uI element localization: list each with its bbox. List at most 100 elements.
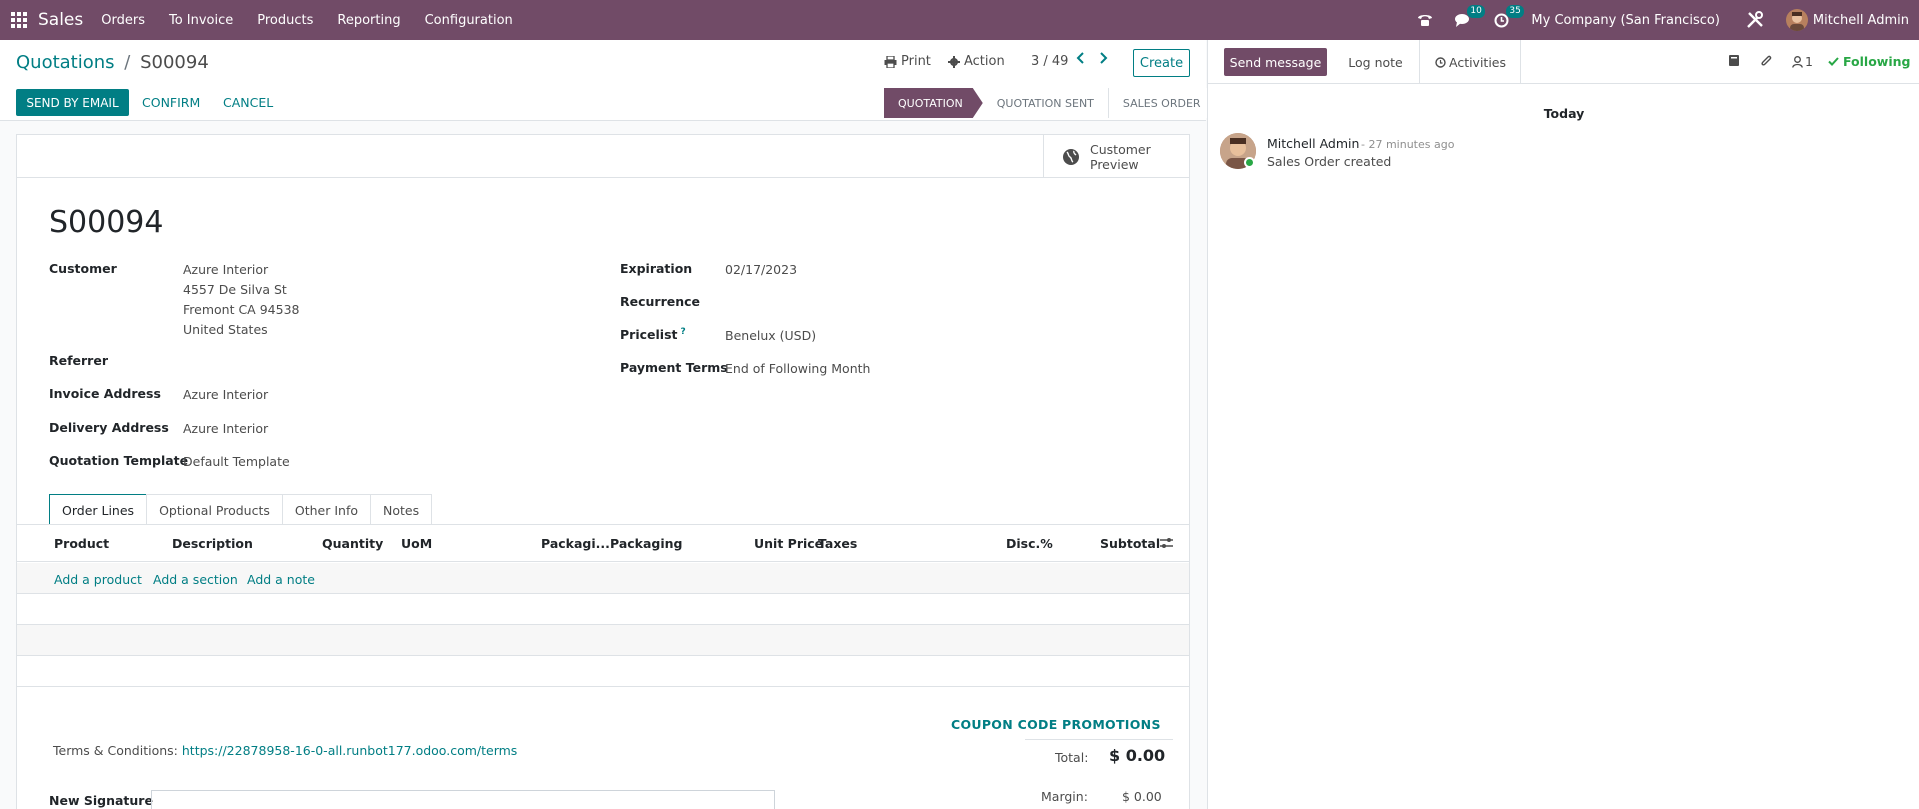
stage-quotation-sent[interactable]: QUOTATION SENT bbox=[982, 88, 1109, 118]
customer-name[interactable]: Azure Interior bbox=[183, 262, 268, 277]
stage-sales-order[interactable]: SALES ORDER bbox=[1108, 88, 1215, 118]
recurrence-label: Recurrence bbox=[620, 294, 701, 309]
following-button[interactable]: Following bbox=[1828, 54, 1910, 69]
stage-quotation[interactable]: QUOTATION bbox=[884, 88, 983, 118]
followers-button[interactable]: 1 bbox=[1792, 54, 1813, 69]
check-icon bbox=[1828, 57, 1839, 66]
col-description[interactable]: Description bbox=[172, 536, 253, 551]
breadcrumb: Quotations / S00094 bbox=[16, 52, 209, 73]
tab-notes[interactable]: Notes bbox=[370, 494, 433, 525]
cancel-button[interactable]: CANCEL bbox=[223, 95, 273, 110]
print-button[interactable]: Print bbox=[884, 54, 931, 69]
breadcrumb-quotations-link[interactable]: Quotations bbox=[16, 52, 115, 73]
invoice-address-label: Invoice Address bbox=[49, 386, 161, 401]
send-message-button[interactable]: Send message bbox=[1224, 48, 1327, 76]
action-button[interactable]: Action bbox=[948, 54, 1005, 69]
create-button[interactable]: Create bbox=[1133, 49, 1190, 77]
user-avatar[interactable] bbox=[1785, 9, 1808, 31]
empty-row bbox=[17, 656, 1189, 687]
main-navbar: Sales Orders To Invoice Products Reporti… bbox=[0, 0, 1919, 40]
tab-other-info[interactable]: Other Info bbox=[281, 494, 371, 525]
messages-count-badge: 10 bbox=[1467, 4, 1485, 18]
menu-orders[interactable]: Orders bbox=[101, 13, 145, 28]
invoice-address-field[interactable]: Azure Interior bbox=[183, 387, 268, 402]
confirm-button[interactable]: CONFIRM bbox=[142, 95, 200, 110]
add-product-link[interactable]: Add a product bbox=[54, 572, 142, 587]
pager-value[interactable]: 3 / 49 bbox=[1031, 54, 1068, 69]
book-icon[interactable] bbox=[1728, 54, 1740, 71]
promotions-button[interactable]: PROMOTIONS bbox=[1062, 717, 1161, 732]
app-brand[interactable]: Sales bbox=[38, 10, 83, 30]
tab-optional-products[interactable]: Optional Products bbox=[146, 494, 283, 525]
quotation-template-label: Quotation Template bbox=[49, 453, 189, 468]
debug-tools-icon[interactable] bbox=[1746, 11, 1764, 29]
customer-preview-button[interactable]: Customer Preview bbox=[1043, 135, 1189, 178]
menu-products[interactable]: Products bbox=[257, 13, 313, 28]
activities-clock-icon[interactable]: 35 bbox=[1494, 4, 1524, 28]
online-status-indicator bbox=[1244, 157, 1255, 168]
breadcrumb-separator: / bbox=[124, 52, 131, 73]
order-lines-header: Product Description Quantity UoM Packagi… bbox=[17, 525, 1189, 562]
date-separator: Today bbox=[1543, 106, 1585, 121]
activities-count-badge: 35 bbox=[1506, 4, 1524, 18]
add-line-row: Add a product Add a section Add a note bbox=[17, 563, 1189, 594]
gear-icon bbox=[948, 55, 960, 68]
phone-icon[interactable] bbox=[1417, 13, 1433, 27]
new-signature-label: New Signature bbox=[49, 793, 153, 808]
print-icon bbox=[884, 55, 897, 68]
delivery-address-label: Delivery Address bbox=[49, 420, 169, 435]
margin-label: Margin: bbox=[1041, 789, 1088, 804]
messages-icon[interactable]: 10 bbox=[1455, 4, 1485, 28]
empty-row bbox=[17, 594, 1189, 625]
app-menu-icon[interactable] bbox=[0, 0, 38, 40]
expiration-field[interactable]: 02/17/2023 bbox=[725, 262, 797, 277]
menu-to-invoice[interactable]: To Invoice bbox=[169, 13, 233, 28]
user-menu[interactable]: Mitchell Admin bbox=[1813, 13, 1909, 28]
add-note-link[interactable]: Add a note bbox=[247, 572, 315, 587]
chatter-topbar: Send message Log note Activities 1 Follo… bbox=[1208, 40, 1919, 84]
pricelist-label: Pricelist? bbox=[620, 327, 686, 343]
add-section-link[interactable]: Add a section bbox=[153, 572, 238, 587]
pager-previous-icon[interactable] bbox=[1076, 52, 1085, 68]
tab-order-lines[interactable]: Order Lines bbox=[49, 494, 148, 525]
message-body: Sales Order created bbox=[1267, 154, 1392, 169]
log-note-button[interactable]: Log note bbox=[1332, 40, 1420, 84]
send-by-email-button[interactable]: SEND BY EMAIL bbox=[16, 89, 129, 116]
delivery-address-field[interactable]: Azure Interior bbox=[183, 421, 268, 436]
col-packaging[interactable]: Packaging bbox=[610, 536, 683, 551]
terms-url-link[interactable]: https://22878958-16-0-all.runbot177.odoo… bbox=[182, 743, 517, 758]
menu-reporting[interactable]: Reporting bbox=[337, 13, 400, 28]
pricelist-field[interactable]: Benelux (USD) bbox=[725, 328, 816, 343]
payment-terms-field[interactable]: End of Following Month bbox=[725, 361, 870, 376]
clock-icon bbox=[1435, 56, 1446, 68]
referrer-field[interactable] bbox=[183, 353, 603, 371]
recurrence-field[interactable] bbox=[725, 294, 1125, 312]
coupon-code-button[interactable]: COUPON CODE bbox=[951, 717, 1058, 732]
col-subtotal[interactable]: Subtotal bbox=[1100, 536, 1160, 551]
paperclip-icon[interactable] bbox=[1760, 54, 1773, 72]
referrer-label: Referrer bbox=[49, 353, 108, 368]
col-discount[interactable]: Disc.% bbox=[1006, 536, 1053, 551]
message-author[interactable]: Mitchell Admin bbox=[1267, 136, 1359, 151]
customer-preview-label-1: Customer bbox=[1090, 141, 1151, 157]
col-product[interactable]: Product bbox=[54, 536, 109, 551]
signature-input[interactable] bbox=[151, 790, 775, 809]
expiration-label: Expiration bbox=[620, 261, 693, 276]
total-label: Total: bbox=[1055, 750, 1089, 765]
col-quantity[interactable]: Quantity bbox=[322, 536, 383, 551]
activities-button[interactable]: Activities bbox=[1421, 40, 1521, 84]
customer-label: Customer bbox=[49, 261, 117, 276]
pricelist-help-icon[interactable]: ? bbox=[680, 327, 685, 337]
pager-next-icon[interactable] bbox=[1099, 52, 1108, 68]
record-title: S00094 bbox=[49, 205, 164, 240]
total-value: $ 0.00 bbox=[1109, 746, 1166, 765]
col-unit-price[interactable]: Unit Price bbox=[754, 536, 823, 551]
col-packaging-qty[interactable]: Packagi... bbox=[541, 536, 610, 551]
col-uom[interactable]: UoM bbox=[401, 536, 432, 551]
company-switcher[interactable]: My Company (San Francisco) bbox=[1531, 13, 1719, 28]
quotation-template-field[interactable]: Default Template bbox=[183, 454, 290, 469]
smart-button-box: Customer Preview bbox=[17, 135, 1189, 178]
menu-configuration[interactable]: Configuration bbox=[425, 13, 513, 28]
optional-columns-icon[interactable] bbox=[1160, 537, 1173, 553]
col-taxes[interactable]: Taxes bbox=[818, 536, 857, 551]
